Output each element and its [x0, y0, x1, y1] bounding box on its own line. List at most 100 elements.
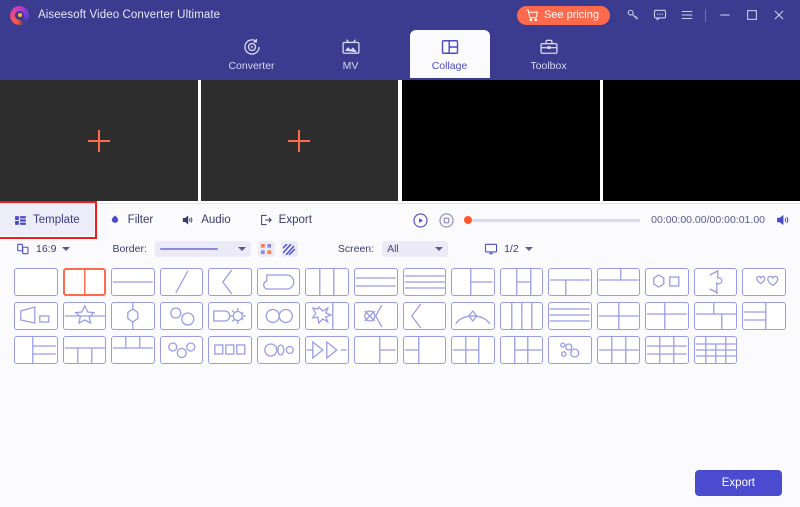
template-two-circles[interactable]	[160, 302, 204, 330]
chevron-down-icon[interactable]	[525, 247, 533, 251]
border-pattern-button[interactable]	[281, 241, 298, 257]
converter-icon	[242, 37, 262, 57]
template-diagonal-split[interactable]	[160, 268, 204, 296]
template-grid	[0, 268, 800, 364]
feedback-icon[interactable]	[652, 8, 667, 23]
color-dots-icon	[261, 244, 272, 255]
template-double-arrow[interactable]	[305, 336, 349, 364]
export-button[interactable]: Export	[695, 470, 782, 496]
stripes-icon	[283, 244, 295, 255]
border-style-dropdown[interactable]	[155, 241, 251, 257]
template-hexagon-badge[interactable]	[111, 302, 155, 330]
template-mixed-grid[interactable]	[694, 336, 738, 364]
template-two-row[interactable]	[111, 268, 155, 296]
audio-icon	[181, 213, 195, 227]
template-arc-diamond[interactable]	[451, 302, 495, 330]
template-hexagon-square-shapes[interactable]	[645, 268, 689, 296]
border-label: Border:	[112, 243, 146, 255]
page-value: 1/2	[504, 243, 519, 255]
template-three-row-stack[interactable]	[403, 268, 447, 296]
template-circle-ellipse-circle[interactable]	[257, 336, 301, 364]
key-icon[interactable]	[625, 8, 640, 23]
template-double-circle[interactable]	[257, 302, 301, 330]
media-cell-2[interactable]	[198, 80, 399, 201]
volume-icon[interactable]	[774, 212, 791, 229]
template-top-three-bottom-wide[interactable]	[111, 336, 155, 364]
template-arrow-left-notch[interactable]	[403, 302, 447, 330]
template-left-big-right-stack[interactable]	[645, 302, 689, 330]
chevron-down-icon[interactable]	[62, 247, 70, 251]
template-burst-shape[interactable]	[305, 302, 349, 330]
preview-cell-2	[600, 80, 800, 201]
template-puzzle-piece[interactable]	[694, 268, 738, 296]
see-pricing-label: See pricing	[544, 9, 599, 21]
template-three-column[interactable]	[305, 268, 349, 296]
template-four-column[interactable]	[500, 302, 544, 330]
template-top-split-bottom-row[interactable]	[597, 268, 641, 296]
maximize-icon[interactable]	[744, 8, 759, 23]
template-left-col-right-quad[interactable]	[500, 336, 544, 364]
template-two-column[interactable]	[63, 268, 107, 296]
template-top-row-bottom-split[interactable]	[548, 268, 592, 296]
template-left-two-rows-right-big[interactable]	[500, 268, 544, 296]
template-four-row[interactable]	[548, 302, 592, 330]
see-pricing-button[interactable]: See pricing	[517, 6, 610, 25]
template-two-by-two-right-big[interactable]	[451, 336, 495, 364]
template-left-big-right-two[interactable]	[354, 336, 398, 364]
screen-dropdown[interactable]: All	[382, 241, 448, 257]
template-gear-tag[interactable]	[208, 302, 252, 330]
progress-thumb[interactable]	[464, 216, 472, 224]
template-rounded-inset[interactable]	[257, 268, 301, 296]
border-line-preview	[160, 248, 218, 250]
stop-button[interactable]	[438, 212, 455, 229]
template-two-by-two-grid[interactable]	[597, 302, 641, 330]
play-button[interactable]	[412, 212, 429, 229]
template-atom-shape[interactable]	[354, 302, 398, 330]
chevron-down-icon[interactable]	[238, 247, 246, 251]
template-left-big-right-three-rows[interactable]	[14, 336, 58, 364]
template-left-big-right-two-rows[interactable]	[451, 268, 495, 296]
collage-icon	[440, 37, 460, 57]
minimize-icon[interactable]	[717, 8, 732, 23]
template-megaphone-shape[interactable]	[14, 302, 58, 330]
template-top-wide-bottom-three[interactable]	[63, 336, 107, 364]
template-left-stack-right-big[interactable]	[403, 336, 447, 364]
tab-collage[interactable]: Collage	[410, 30, 490, 78]
tab-toolbox-label: Toolbox	[530, 60, 566, 72]
tool-tab-filter-label: Filter	[128, 214, 154, 226]
template-nine-grid[interactable]	[645, 336, 689, 364]
playback-progress-slider[interactable]	[466, 219, 640, 222]
template-six-grid[interactable]	[597, 336, 641, 364]
template-top-two-bottom-wide[interactable]	[694, 302, 738, 330]
title-bar: Aiseesoft Video Converter Ultimate See p…	[0, 0, 800, 30]
tool-tab-export[interactable]: Export	[245, 204, 326, 236]
chevron-down-icon[interactable]	[435, 247, 443, 251]
tool-tabs: Template Filter Audio Export	[0, 204, 408, 236]
template-star-banner[interactable]	[63, 302, 107, 330]
editor-stage	[0, 78, 800, 203]
tab-converter[interactable]: Converter	[212, 30, 292, 78]
template-bubbles-shape[interactable]	[548, 336, 592, 364]
media-cell-1[interactable]	[0, 80, 198, 201]
tool-tab-filter[interactable]: Filter	[94, 204, 168, 236]
template-single-pane[interactable]	[14, 268, 58, 296]
template-three-row[interactable]	[354, 268, 398, 296]
close-icon[interactable]	[771, 8, 786, 23]
template-left-rows-right-big[interactable]	[742, 302, 786, 330]
add-media-plus-icon[interactable]	[88, 130, 110, 152]
tool-tab-export-label: Export	[279, 214, 312, 226]
tool-tab-template[interactable]: Template	[0, 204, 94, 236]
template-two-hearts[interactable]	[742, 268, 786, 296]
template-three-circles[interactable]	[160, 336, 204, 364]
tool-tab-audio[interactable]: Audio	[167, 204, 244, 236]
template-arrow-notch[interactable]	[208, 268, 252, 296]
template-three-squares[interactable]	[208, 336, 252, 364]
page-selector[interactable]: 1/2	[484, 242, 533, 256]
aspect-ratio-icon	[16, 242, 30, 256]
border-color-button[interactable]	[258, 241, 275, 257]
menu-icon[interactable]	[679, 8, 694, 23]
tab-mv[interactable]: MV	[311, 30, 391, 78]
aspect-ratio-control[interactable]: 16:9	[16, 242, 70, 256]
tab-toolbox[interactable]: Toolbox	[509, 30, 589, 78]
add-media-plus-icon[interactable]	[288, 130, 310, 152]
